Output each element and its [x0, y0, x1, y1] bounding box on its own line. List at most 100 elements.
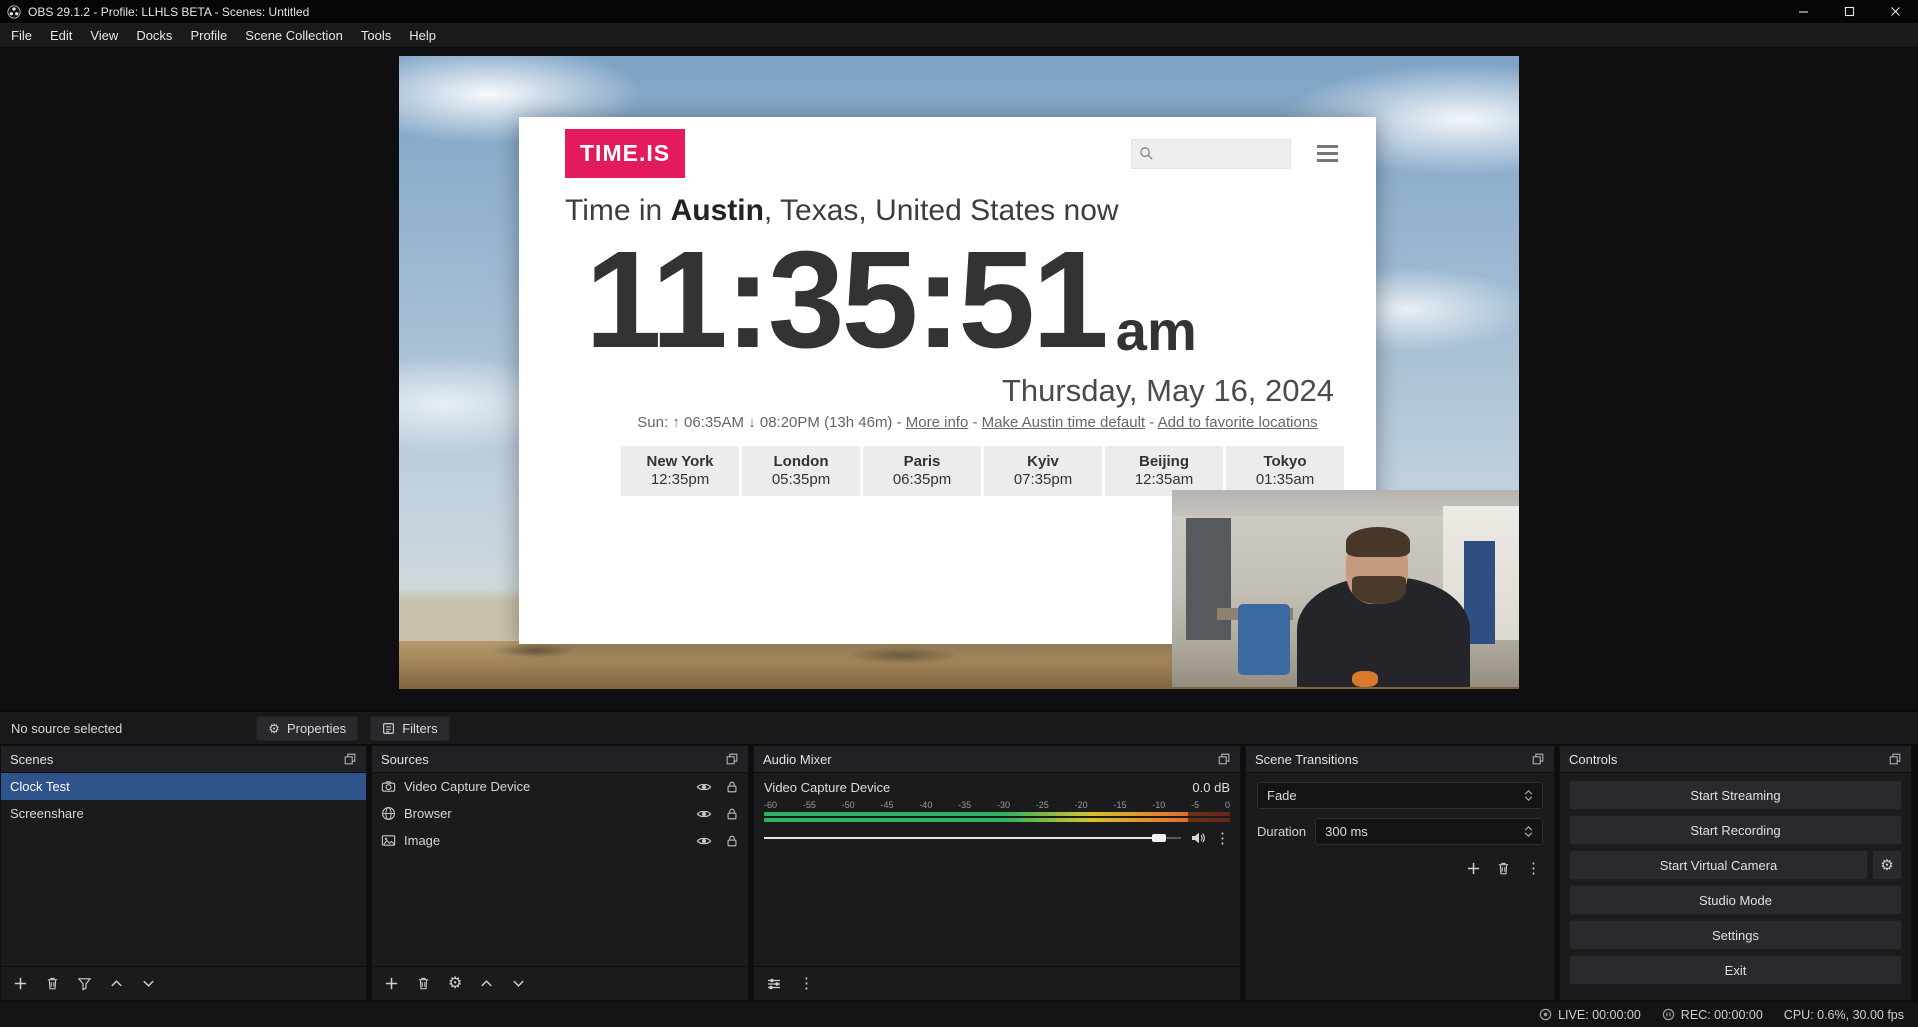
- popout-icon[interactable]: [725, 752, 739, 766]
- move-source-up-button[interactable]: [479, 976, 494, 991]
- window-title: OBS 29.1.2 - Profile: LLHLS BETA - Scene…: [28, 5, 309, 19]
- advanced-audio-icon[interactable]: [766, 976, 782, 992]
- make-default-link: Make Austin time default: [982, 414, 1145, 431]
- city-tile: Paris06:35pm: [863, 446, 981, 496]
- city-tile: New York12:35pm: [621, 446, 739, 496]
- volume-meter: [764, 812, 1230, 816]
- transitions-title: Scene Transitions: [1255, 752, 1358, 767]
- mixer-channel: Video Capture Device 0.0 dB -60-55-50-45…: [754, 773, 1240, 966]
- remove-source-button[interactable]: [416, 976, 431, 991]
- menu-file[interactable]: File: [2, 23, 41, 47]
- properties-button[interactable]: ⚙ Properties: [256, 716, 358, 741]
- scene-item-screenshare[interactable]: Screenshare: [1, 800, 366, 827]
- settings-button[interactable]: Settings: [1569, 920, 1902, 950]
- controls-header: Controls: [1560, 746, 1911, 773]
- stream-status-icon: [1539, 1008, 1552, 1021]
- sources-toolbar: ⚙: [372, 966, 748, 1000]
- menu-profile[interactable]: Profile: [181, 23, 236, 47]
- source-item-image[interactable]: Image: [372, 827, 748, 854]
- move-source-down-button[interactable]: [511, 976, 526, 991]
- gear-icon: ⚙: [1880, 858, 1893, 873]
- exit-button[interactable]: Exit: [1569, 955, 1902, 985]
- popout-icon[interactable]: [1888, 752, 1902, 766]
- timeis-date: Thursday, May 16, 2024: [519, 373, 1376, 409]
- menu-scene-collection[interactable]: Scene Collection: [236, 23, 352, 47]
- menu-view[interactable]: View: [81, 23, 127, 47]
- controls-panel: Controls Start Streaming Start Recording…: [1559, 745, 1912, 1001]
- filters-button[interactable]: Filters: [370, 716, 449, 741]
- remove-transition-button[interactable]: [1496, 861, 1511, 876]
- scenes-title: Scenes: [10, 752, 53, 767]
- more-info-link: More info: [906, 414, 969, 431]
- visibility-icon[interactable]: [696, 779, 712, 795]
- lock-icon[interactable]: [725, 807, 739, 821]
- start-recording-button[interactable]: Start Recording: [1569, 815, 1902, 845]
- lock-icon[interactable]: [725, 780, 739, 794]
- preview-area: TIME.IS Time in Austin, Texas, United St…: [0, 48, 1918, 711]
- timeis-time: 11:35:51: [585, 230, 1106, 371]
- volume-slider-handle[interactable]: [1152, 834, 1166, 842]
- timeis-ampm: am: [1116, 298, 1197, 363]
- add-transition-button[interactable]: [1466, 861, 1481, 876]
- minimize-button[interactable]: [1780, 0, 1826, 23]
- obs-logo-icon: [7, 5, 21, 19]
- studio-mode-button[interactable]: Studio Mode: [1569, 885, 1902, 915]
- virtual-camera-config-button[interactable]: ⚙: [1872, 850, 1902, 880]
- transition-menu-icon[interactable]: ⋮: [1526, 861, 1541, 876]
- maximize-button[interactable]: [1826, 0, 1872, 23]
- city-tile: London05:35pm: [742, 446, 860, 496]
- transition-select[interactable]: Fade: [1257, 782, 1543, 809]
- scene-item-clock-test[interactable]: Clock Test: [1, 773, 366, 800]
- close-button[interactable]: [1872, 0, 1918, 23]
- menubar: File Edit View Docks Profile Scene Colle…: [0, 23, 1918, 48]
- volume-meter: [764, 818, 1230, 822]
- hamburger-menu-icon: [1317, 145, 1338, 162]
- visibility-icon[interactable]: [696, 833, 712, 849]
- mixer-menu-icon[interactable]: ⋮: [799, 976, 814, 991]
- camera-icon: [381, 779, 396, 794]
- add-source-button[interactable]: [384, 976, 399, 991]
- obs-window: OBS 29.1.2 - Profile: LLHLS BETA - Scene…: [0, 0, 1918, 1027]
- menu-docks[interactable]: Docks: [127, 23, 181, 47]
- timeis-search-box: [1131, 139, 1291, 169]
- popout-icon[interactable]: [343, 752, 357, 766]
- transitions-header: Scene Transitions: [1246, 746, 1554, 773]
- add-scene-button[interactable]: [13, 976, 28, 991]
- mixer-toolbar: ⋮: [754, 966, 1240, 1000]
- preview-canvas[interactable]: TIME.IS Time in Austin, Texas, United St…: [399, 56, 1519, 689]
- globe-icon: [381, 806, 396, 821]
- move-scene-down-button[interactable]: [141, 976, 156, 991]
- live-time: LIVE: 00:00:00: [1558, 1008, 1641, 1022]
- record-status-icon: [1662, 1008, 1675, 1021]
- speaker-icon[interactable]: [1190, 830, 1206, 846]
- no-source-selected-label: No source selected: [11, 721, 122, 736]
- menu-tools[interactable]: Tools: [352, 23, 400, 47]
- statusbar: LIVE: 00:00:00 REC: 00:00:00 CPU: 0.6%, …: [0, 1001, 1918, 1027]
- lock-icon[interactable]: [725, 834, 739, 848]
- volume-slider[interactable]: [764, 831, 1181, 845]
- menu-edit[interactable]: Edit: [41, 23, 81, 47]
- mixer-channel-menu-icon[interactable]: ⋮: [1215, 831, 1230, 846]
- source-item-video-capture[interactable]: Video Capture Device: [372, 773, 748, 800]
- start-streaming-button[interactable]: Start Streaming: [1569, 780, 1902, 810]
- timeis-city-tiles: New York12:35pm London05:35pm Paris06:35…: [621, 446, 1376, 496]
- popout-icon[interactable]: [1217, 752, 1231, 766]
- remove-scene-button[interactable]: [45, 976, 60, 991]
- sources-panel: Sources Video Capture Device Browser: [371, 745, 749, 1001]
- scenes-panel-header: Scenes: [1, 746, 366, 773]
- popout-icon[interactable]: [1531, 752, 1545, 766]
- city-tile: Kyiv07:35pm: [984, 446, 1102, 496]
- source-properties-button[interactable]: ⚙: [448, 976, 462, 992]
- cpu-fps-stats: CPU: 0.6%, 30.00 fps: [1784, 1008, 1904, 1022]
- source-item-browser[interactable]: Browser: [372, 800, 748, 827]
- start-virtual-camera-button[interactable]: Start Virtual Camera: [1569, 850, 1868, 880]
- audio-mixer-panel: Audio Mixer Video Capture Device 0.0 dB …: [753, 745, 1241, 1001]
- duration-spinner[interactable]: 300 ms: [1315, 818, 1543, 845]
- move-scene-up-button[interactable]: [109, 976, 124, 991]
- menu-help[interactable]: Help: [400, 23, 445, 47]
- sources-panel-header: Sources: [372, 746, 748, 773]
- audio-mixer-header: Audio Mixer: [754, 746, 1240, 773]
- visibility-icon[interactable]: [696, 806, 712, 822]
- scene-filters-button[interactable]: [77, 976, 92, 991]
- spinner-arrows-icon[interactable]: [1524, 826, 1533, 837]
